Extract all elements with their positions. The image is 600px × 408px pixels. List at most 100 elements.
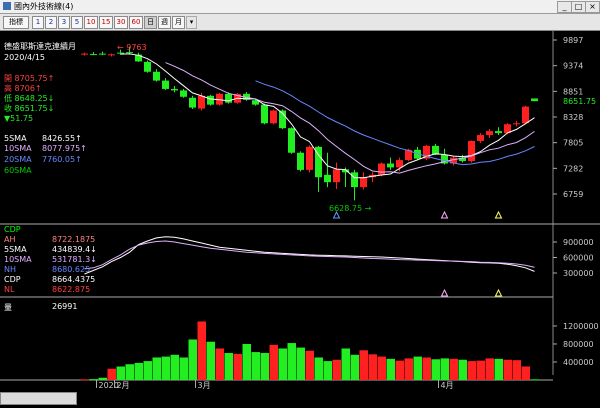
- volume-bar: [494, 358, 503, 380]
- window-title: 國內外技術線(4): [14, 2, 74, 11]
- price-tick-label: 7282: [563, 164, 583, 173]
- volume-bar: [224, 352, 233, 380]
- candle-body: [126, 52, 133, 54]
- period-3-button[interactable]: 3: [58, 16, 70, 29]
- volume-bar: [233, 353, 242, 380]
- volume-bar: [521, 366, 530, 380]
- volume-bar: [512, 360, 521, 380]
- candle-body: [486, 131, 493, 136]
- cdp-sma10-label: 10SMA: [4, 255, 32, 264]
- candle-body: [531, 98, 538, 102]
- volume-bar: [170, 354, 179, 380]
- date-tick-label: 3月: [198, 381, 211, 390]
- volume-bar: [368, 354, 377, 380]
- price-tick-label: 9897: [563, 36, 583, 45]
- candle-body: [144, 61, 151, 72]
- cdp-nl-value: 8622.875: [52, 285, 91, 294]
- volume-bar: [143, 361, 152, 380]
- monthly-button[interactable]: 月: [172, 16, 185, 29]
- candle-body: [396, 160, 403, 168]
- price-tick-label: 8328: [563, 113, 583, 122]
- volume-bar: [404, 358, 413, 380]
- volume-bar: [485, 358, 494, 380]
- close-label: 收: [4, 104, 12, 113]
- signal-marker: [440, 210, 449, 219]
- cdp-tick-label: 600000: [563, 254, 594, 263]
- cdp-nl-label: NL: [4, 285, 15, 294]
- more-options-icon[interactable]: ▾: [186, 16, 197, 29]
- candle-body: [333, 169, 340, 183]
- candle-body: [522, 106, 529, 124]
- volume-bar: [332, 359, 341, 380]
- volume-bar: [449, 358, 458, 380]
- candle-body: [117, 52, 124, 54]
- volume-bar: [134, 362, 143, 380]
- candle-body: [270, 110, 277, 124]
- close-button[interactable]: ×: [585, 1, 600, 13]
- instrument-name: 德盛耶斯達克連續月: [4, 42, 76, 51]
- candle-body: [171, 88, 178, 91]
- candle-body: [198, 95, 205, 109]
- sma10-label: 10SMA: [4, 144, 32, 153]
- period-30-button[interactable]: 30: [114, 16, 128, 29]
- high-label: 高: [4, 84, 12, 93]
- instrument-date: 2020/4/15: [4, 53, 46, 62]
- volume-bar: [287, 343, 296, 380]
- candle-body: [495, 131, 502, 134]
- candle-body: [477, 135, 484, 141]
- sma20-line: [255, 80, 535, 166]
- volume-bar: [107, 368, 116, 380]
- sma60-label: 60SMA: [4, 166, 32, 175]
- volume-bar: [116, 366, 125, 380]
- cdp-ah-value: 8722.1875: [52, 235, 96, 244]
- cdp-title: CDP: [4, 225, 21, 234]
- volume-bar: [377, 356, 386, 380]
- volume-label: 量: [4, 303, 12, 312]
- period-2-button[interactable]: 2: [45, 16, 57, 29]
- volume-bar: [215, 348, 224, 380]
- minimize-button[interactable]: _: [557, 1, 572, 13]
- volume-bar: [476, 360, 485, 380]
- period-toolbar: 指標 1 2 3 5 10 15 30 60 日 週 月 ▾: [0, 14, 600, 31]
- maximize-button[interactable]: □: [571, 1, 586, 13]
- period-10-button[interactable]: 10: [84, 16, 98, 29]
- open-value: 8705.75↑: [14, 74, 55, 83]
- candle-body: [162, 80, 169, 89]
- volume-bar: [467, 361, 476, 380]
- cdp-sma10-value: 531781.3↓: [52, 255, 97, 264]
- volume-bar: [431, 359, 440, 380]
- indicator-menu-button[interactable]: 指標: [3, 16, 29, 29]
- sma5-label: 5SMA: [4, 134, 27, 143]
- candle-body: [189, 97, 196, 108]
- candle-body: [288, 128, 295, 153]
- high-marker: ← 9763: [117, 43, 147, 52]
- volume-bar: [422, 357, 431, 380]
- low-value: 8648.25↓: [14, 94, 55, 103]
- volume-bar: [269, 344, 278, 380]
- cdp-sma5-value: 434839.4↓: [52, 245, 97, 254]
- weekly-button[interactable]: 週: [158, 16, 171, 29]
- cdp-tick-label: 300000: [563, 269, 594, 278]
- volume-bar: [278, 348, 287, 380]
- period-15-button[interactable]: 15: [99, 16, 113, 29]
- candle-body: [468, 140, 475, 162]
- volume-bar: [206, 341, 215, 380]
- period-1-button[interactable]: 1: [32, 16, 44, 29]
- volume-bar: [188, 339, 197, 380]
- volume-value: 26991: [52, 302, 78, 311]
- period-60-button[interactable]: 60: [129, 16, 143, 29]
- vol-tick-label: 1200000: [563, 322, 599, 331]
- volume-bar: [152, 357, 161, 380]
- cdp-tick-label: 900000: [563, 238, 594, 247]
- daily-button[interactable]: 日: [144, 16, 157, 29]
- candle-body: [306, 146, 313, 170]
- period-5-button[interactable]: 5: [71, 16, 83, 29]
- volume-bar: [530, 379, 539, 381]
- volume-bar: [350, 354, 359, 380]
- chart-svg[interactable]: 9897 9374 8851 8328 7805 7282 6759 8651.75 90000…: [0, 30, 600, 405]
- volume-bar: [314, 357, 323, 380]
- horizontal-scrollbar[interactable]: [0, 392, 77, 405]
- vol-tick-label: 800000: [563, 340, 594, 349]
- app-icon: [3, 2, 11, 10]
- volume-bar: [458, 359, 467, 380]
